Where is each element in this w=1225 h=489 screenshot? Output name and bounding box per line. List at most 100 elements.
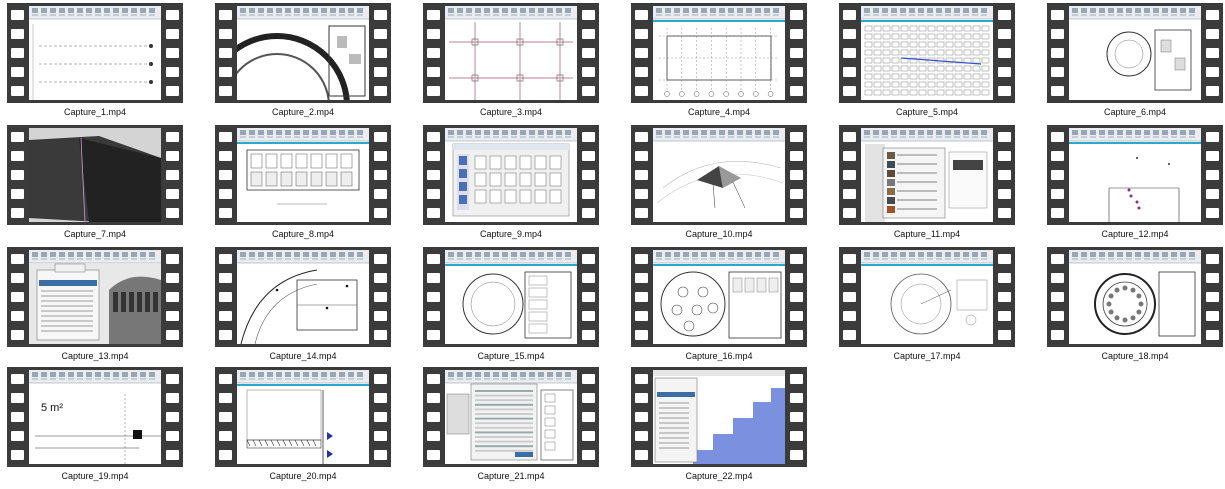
video-thumbnail-item[interactable]: Capture_10.mp4 bbox=[631, 125, 807, 243]
film-sprocket-hole bbox=[790, 170, 803, 180]
film-sprocket-hole bbox=[843, 48, 856, 58]
filmstrip-frame bbox=[423, 367, 599, 467]
video-thumbnail-item[interactable]: Capture_7.mp4 bbox=[7, 125, 183, 243]
film-sprocket-hole bbox=[790, 374, 803, 384]
video-thumbnail-item[interactable]: Capture_2.mp4 bbox=[215, 3, 391, 121]
film-sprocket-hole bbox=[582, 10, 595, 20]
video-thumbnail-item[interactable]: Capture_11.mp4 bbox=[839, 125, 1015, 243]
film-sprocket-hole bbox=[843, 311, 856, 321]
film-sprocket-hole bbox=[374, 67, 387, 77]
file-name-label: Capture_19.mp4 bbox=[61, 471, 129, 481]
video-thumbnail-item[interactable]: Capture_1.mp4 bbox=[7, 3, 183, 121]
file-name-label: Capture_2.mp4 bbox=[271, 107, 335, 117]
film-sprocket-hole bbox=[219, 292, 232, 302]
film-sprocket-hole bbox=[427, 330, 440, 340]
film-sprocket-hole bbox=[166, 170, 179, 180]
video-preview-image bbox=[445, 6, 577, 100]
film-sprocket-hole bbox=[582, 189, 595, 199]
video-thumbnail-item[interactable]: Capture_22.mp4 bbox=[631, 367, 807, 485]
film-sprocket-hole bbox=[843, 67, 856, 77]
film-sprocket-hole bbox=[1051, 86, 1064, 96]
film-sprocket-hole bbox=[427, 431, 440, 441]
film-sprocket-hole bbox=[427, 170, 440, 180]
film-sprocket-hole bbox=[1206, 254, 1219, 264]
film-sprocket-hole bbox=[1206, 151, 1219, 161]
filmstrip-frame bbox=[631, 367, 807, 467]
video-thumbnail-item[interactable]: Capture_15.mp4 bbox=[423, 247, 599, 365]
film-sprocket-hole bbox=[843, 292, 856, 302]
film-sprocket-hole bbox=[790, 29, 803, 39]
film-sprocket-hole bbox=[635, 86, 648, 96]
filmstrip-frame bbox=[215, 125, 391, 225]
video-thumbnail-item[interactable]: Capture_5.mp4 bbox=[839, 3, 1015, 121]
video-thumbnail-item[interactable]: Capture_6.mp4 bbox=[1047, 3, 1223, 121]
film-sprocket-hole bbox=[374, 374, 387, 384]
film-sprocket-hole bbox=[635, 132, 648, 142]
film-sprocket-hole bbox=[1206, 273, 1219, 283]
film-sprocket-hole bbox=[427, 450, 440, 460]
film-sprocket-hole bbox=[374, 208, 387, 218]
film-sprocket-hole bbox=[635, 189, 648, 199]
film-sprocket-hole bbox=[427, 132, 440, 142]
film-sprocket-hole bbox=[374, 311, 387, 321]
film-sprocket-hole bbox=[790, 67, 803, 77]
video-thumbnail-item[interactable]: Capture_13.mp4 bbox=[7, 247, 183, 365]
film-sprocket-hole bbox=[166, 208, 179, 218]
video-thumbnail-item[interactable]: Capture_21.mp4 bbox=[423, 367, 599, 485]
film-sprocket-hole bbox=[166, 311, 179, 321]
film-sprocket-hole bbox=[219, 374, 232, 384]
film-sprocket-hole bbox=[790, 10, 803, 20]
film-sprocket-hole bbox=[166, 10, 179, 20]
filmstrip-frame bbox=[1047, 125, 1223, 225]
film-sprocket-hole bbox=[11, 86, 24, 96]
video-thumbnail-item[interactable]: Capture_20.mp4 bbox=[215, 367, 391, 485]
film-sprocket-hole bbox=[635, 393, 648, 403]
video-thumbnail-item[interactable]: Capture_12.mp4 bbox=[1047, 125, 1223, 243]
film-sprocket-hole bbox=[1051, 330, 1064, 340]
video-preview-image bbox=[861, 6, 993, 100]
film-sprocket-hole bbox=[790, 393, 803, 403]
video-thumbnail-item[interactable]: Capture_17.mp4 bbox=[839, 247, 1015, 365]
film-sprocket-hole bbox=[374, 273, 387, 283]
film-sprocket-hole bbox=[1206, 10, 1219, 20]
video-thumbnail-item[interactable]: 5 m² Capture_19.mp4 bbox=[7, 367, 183, 485]
film-sprocket-hole bbox=[166, 254, 179, 264]
filmstrip-frame bbox=[423, 3, 599, 103]
film-sprocket-hole bbox=[427, 374, 440, 384]
film-sprocket-hole bbox=[635, 208, 648, 218]
film-sprocket-hole bbox=[427, 10, 440, 20]
filmstrip-frame bbox=[7, 3, 183, 103]
film-sprocket-hole bbox=[219, 132, 232, 142]
video-thumbnail-item[interactable]: Capture_16.mp4 bbox=[631, 247, 807, 365]
film-sprocket-hole bbox=[582, 170, 595, 180]
film-sprocket-hole bbox=[790, 292, 803, 302]
video-thumbnail-item[interactable]: Capture_9.mp4 bbox=[423, 125, 599, 243]
film-sprocket-hole bbox=[582, 330, 595, 340]
video-thumbnail-item[interactable]: Capture_18.mp4 bbox=[1047, 247, 1223, 365]
video-preview-image bbox=[445, 370, 577, 464]
film-sprocket-hole bbox=[166, 330, 179, 340]
film-sprocket-hole bbox=[1051, 254, 1064, 264]
film-sprocket-hole bbox=[427, 412, 440, 422]
film-sprocket-hole bbox=[635, 29, 648, 39]
film-sprocket-hole bbox=[582, 412, 595, 422]
video-thumbnail-item[interactable]: Capture_4.mp4 bbox=[631, 3, 807, 121]
video-thumbnail-item[interactable]: Capture_3.mp4 bbox=[423, 3, 599, 121]
film-sprocket-hole bbox=[427, 254, 440, 264]
film-sprocket-hole bbox=[582, 151, 595, 161]
film-sprocket-hole bbox=[635, 330, 648, 340]
filmstrip-frame bbox=[631, 3, 807, 103]
video-thumbnail-item[interactable]: Capture_14.mp4 bbox=[215, 247, 391, 365]
film-sprocket-hole bbox=[1206, 132, 1219, 142]
filmstrip-frame bbox=[839, 247, 1015, 347]
video-thumbnail-item[interactable]: Capture_8.mp4 bbox=[215, 125, 391, 243]
film-sprocket-hole bbox=[427, 393, 440, 403]
file-name-label: Capture_15.mp4 bbox=[477, 351, 545, 361]
film-sprocket-hole bbox=[1206, 189, 1219, 199]
film-sprocket-hole bbox=[998, 330, 1011, 340]
film-sprocket-hole bbox=[843, 86, 856, 96]
film-sprocket-hole bbox=[11, 311, 24, 321]
film-sprocket-hole bbox=[1051, 48, 1064, 58]
film-sprocket-hole bbox=[790, 86, 803, 96]
film-sprocket-hole bbox=[998, 292, 1011, 302]
